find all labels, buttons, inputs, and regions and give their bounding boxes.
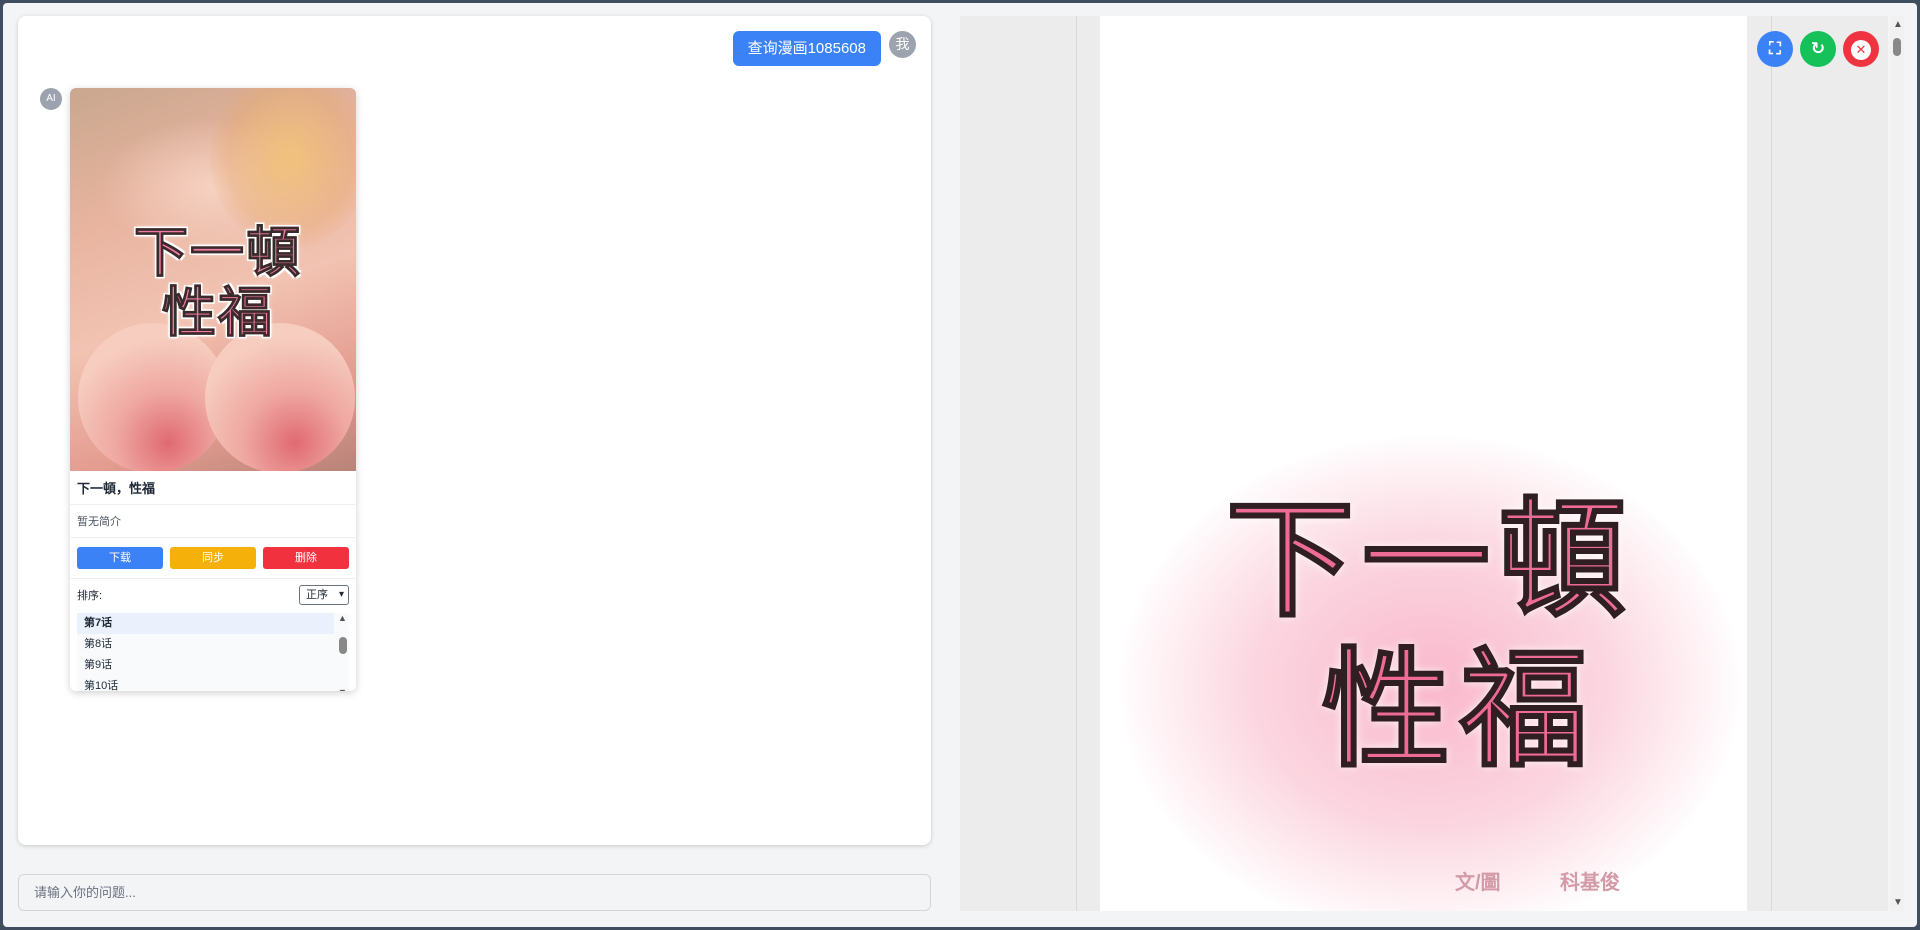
episode-list: 第7话 第8话 第9话 第10话 ▲ ▼ [77,613,349,691]
credit-label: 文/圖 [1455,872,1501,894]
page-title-art: 下一頓 性福 [1180,486,1680,786]
cover-title-line2: 性福 [162,283,274,344]
episode-item[interactable]: 第8话 [77,634,334,655]
ai-avatar: AI [40,88,62,110]
user-message: 查询漫画1085608 [732,31,881,66]
episode-item[interactable]: 第10话 [77,676,334,691]
comic-title: 下一頓，性福 [70,471,356,505]
close-button[interactable]: ✕ [1843,31,1879,67]
close-icon: ✕ [1851,40,1871,60]
user-avatar: 我 [889,31,916,58]
comic-viewer: 下一頓 性福 文/圖 科基俊 ⛶ ↻ ✕ [960,16,1888,911]
comic-page: 下一頓 性福 文/圖 科基俊 [1100,16,1747,911]
page-title-line2: 性福 [1321,638,1598,783]
episode-scrollbar[interactable]: ▲ ▼ [337,613,349,691]
comic-card: 下一頓 性福 下一頓，性福 暂无简介 下载 同步 删除 排序: 正序 ▾ 第7话… [70,88,356,691]
cover-title-line1: 下一頓 [134,223,302,284]
chat-panel: 查询漫画1085608 我 AI 下一頓 性福 下一頓，性福 暂无简介 下载 同… [18,16,931,845]
sync-button[interactable]: 同步 [170,547,256,569]
sort-value: 正序 [306,589,328,601]
action-buttons: 下载 同步 删除 [70,538,356,579]
fullscreen-icon: ⛶ [1769,39,1781,58]
sort-label: 排序: [77,590,103,602]
delete-button[interactable]: 删除 [263,547,349,569]
scroll-down-icon[interactable]: ▼ [1893,897,1903,908]
sort-select[interactable]: 正序 ▾ [299,585,349,605]
scroll-thumb[interactable] [339,637,347,654]
fullscreen-button[interactable]: ⛶ [1757,31,1793,67]
viewer-scrollbar[interactable]: ▲ ▼ [1890,16,1904,911]
scroll-down-icon[interactable]: ▼ [338,687,347,691]
episode-item[interactable]: 第9话 [77,655,334,676]
comic-description: 暂无简介 [70,505,356,538]
episode-item[interactable]: 第7话 [77,613,334,634]
credit-name: 科基俊 [1560,872,1620,894]
download-button[interactable]: 下载 [77,547,163,569]
chevron-down-icon: ▾ [338,589,344,600]
page-title-line1: 下一頓 [1225,488,1634,633]
scroll-thumb[interactable] [1893,38,1901,56]
chat-input[interactable]: 请输入你的问题... [18,874,931,911]
comic-cover-image: 下一頓 性福 [70,88,356,471]
scroll-up-icon[interactable]: ▲ [1893,19,1903,30]
refresh-button[interactable]: ↻ [1800,31,1836,67]
cover-title-art: 下一頓 性福 [108,223,328,344]
scroll-up-icon[interactable]: ▲ [338,613,347,623]
refresh-icon: ↻ [1810,39,1826,58]
sort-row: 排序: 正序 ▾ [70,579,356,611]
